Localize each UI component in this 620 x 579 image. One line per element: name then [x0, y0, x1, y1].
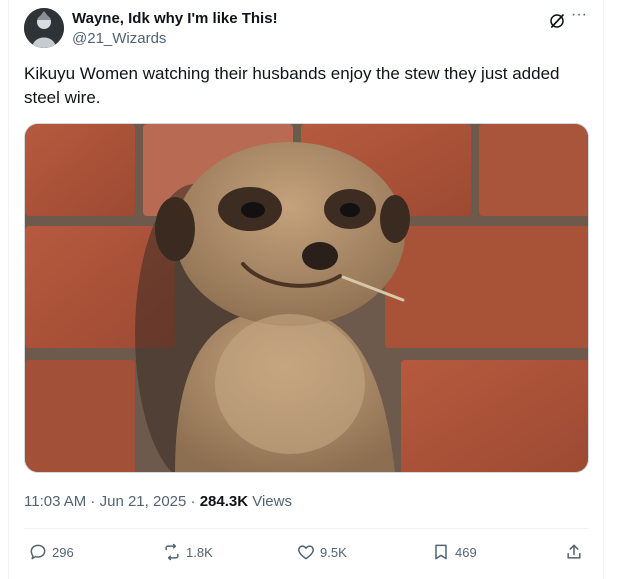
views-count: 284.3K [199, 493, 249, 510]
repost-count: 1.8K [186, 544, 213, 560]
tweet-text: Kikuyu Women watching their husbands enj… [24, 64, 560, 107]
share-button[interactable] [564, 540, 584, 564]
repost-button[interactable]: 1.8K [162, 540, 213, 564]
like-count: 9.5K [320, 544, 347, 560]
more-dots-icon[interactable]: ··· [571, 6, 587, 24]
heart-icon [298, 545, 314, 560]
avatar[interactable] [24, 8, 64, 48]
like-button[interactable]: 9.5K [296, 540, 347, 564]
views-label: Views [248, 493, 292, 510]
tweet-image-meerkat[interactable] [24, 123, 589, 473]
reply-count: 296 [52, 544, 74, 560]
meta-separator: · [86, 493, 100, 510]
reply-button[interactable]: 296 [28, 540, 74, 564]
bookmark-button[interactable]: 469 [431, 540, 477, 564]
share-icon [567, 544, 581, 559]
bookmark-count: 469 [455, 544, 477, 560]
grok-icon[interactable] [548, 12, 566, 30]
reply-icon [30, 544, 46, 560]
tweet-meta: 11:03 AM · Jun 21, 2025 · 284.3K Views [24, 493, 292, 510]
tweet-date[interactable]: Jun 21, 2025 [100, 493, 187, 510]
tweet-time[interactable]: 11:03 AM [24, 493, 86, 510]
user-handle[interactable]: @21_Wizards [72, 30, 166, 47]
divider [24, 528, 588, 529]
bookmark-icon [435, 544, 447, 560]
action-bar: 296 1.8K 9.5K 469 [24, 540, 588, 564]
repost-icon [165, 543, 179, 561]
meta-separator: · [186, 493, 200, 510]
display-name[interactable]: Wayne, Idk why I'm like This! [72, 10, 278, 27]
